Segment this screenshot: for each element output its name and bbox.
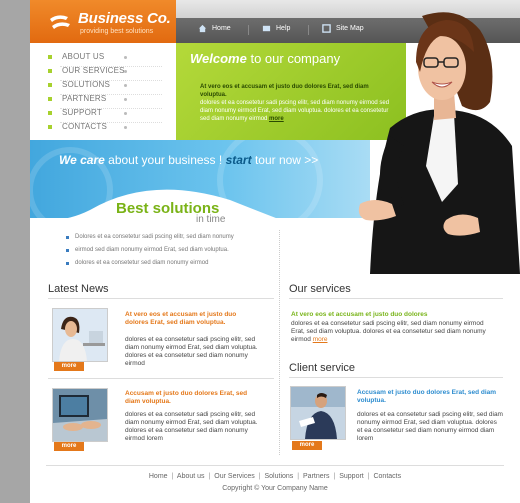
menu-dot bbox=[124, 98, 127, 101]
footer-separator: | bbox=[258, 473, 261, 480]
nav-home-label: Home bbox=[212, 25, 231, 32]
column-divider bbox=[279, 230, 281, 455]
woman-laptop-photo bbox=[53, 309, 107, 361]
menu-item-label: ABOUT US bbox=[62, 52, 105, 61]
bullet-icon bbox=[66, 249, 69, 252]
brand-tagline: providing best solutions bbox=[80, 28, 154, 35]
bullet-icon bbox=[66, 262, 69, 265]
copyright: Copyright © Your Company Name bbox=[222, 485, 328, 492]
side-menu: ABOUT US OUR SERVICES SOLUTIONS PARTNERS… bbox=[30, 43, 176, 140]
latest-news-heading: Latest News bbox=[48, 283, 109, 295]
footer-separator: | bbox=[208, 473, 211, 480]
footer-link-solutions[interactable]: Solutions bbox=[264, 473, 293, 480]
menu-dot bbox=[124, 126, 127, 129]
menu-bullet bbox=[48, 97, 52, 101]
menu-dot bbox=[124, 84, 127, 87]
menu-bullet bbox=[48, 83, 52, 87]
menu-item-label: PARTNERS bbox=[62, 94, 107, 103]
footer-link-contacts[interactable]: Contacts bbox=[373, 473, 401, 480]
menu-item-label: SOLUTIONS bbox=[62, 80, 111, 89]
menu-item-label: OUR SERVICES bbox=[62, 66, 125, 75]
nav-home[interactable]: Home bbox=[198, 24, 244, 37]
services-more-link[interactable]: more bbox=[313, 336, 328, 343]
banner-we-care: We care bbox=[59, 153, 105, 167]
menu-dot bbox=[124, 70, 127, 73]
menu-bullet bbox=[48, 111, 52, 115]
section-rule bbox=[48, 298, 274, 299]
footer-separator: | bbox=[333, 473, 336, 480]
footer-separator: | bbox=[171, 473, 174, 480]
logo-icon bbox=[50, 15, 70, 29]
bullet-icon bbox=[66, 236, 69, 239]
welcome-more-link[interactable]: more bbox=[269, 116, 284, 122]
brand-name: Business Co. bbox=[78, 10, 171, 27]
menu-dot bbox=[124, 56, 127, 59]
client-service-heading: Client service bbox=[289, 362, 356, 374]
footer-rule bbox=[46, 465, 504, 466]
section-rule bbox=[289, 298, 503, 299]
menu-bullet bbox=[48, 125, 52, 129]
section-rule bbox=[48, 378, 274, 379]
page: Business Co. providing best solutions Ho… bbox=[30, 0, 520, 503]
our-services-heading: Our services bbox=[289, 283, 351, 295]
help-icon bbox=[262, 25, 271, 32]
news-title-1[interactable]: At vero eos et accusam et justo duo dolo… bbox=[125, 311, 260, 327]
footer-link-home[interactable]: Home bbox=[149, 473, 168, 480]
menu-item-solutions[interactable]: SOLUTIONS bbox=[30, 79, 176, 95]
footer-link-about-us[interactable]: About us bbox=[177, 473, 205, 480]
news-thumb-2[interactable] bbox=[52, 388, 108, 442]
menu-bullet bbox=[48, 69, 52, 73]
services-title[interactable]: At vero eos et accusam et justo duo dolo… bbox=[291, 311, 491, 319]
businesswoman-photo bbox=[358, 12, 520, 274]
news-title-2[interactable]: Accusam et justo duo dolores Erat, sed d… bbox=[125, 390, 260, 406]
banner-tagline[interactable]: We care about your business ! start tour… bbox=[59, 153, 318, 167]
menu-item-support[interactable]: SUPPORT bbox=[30, 107, 176, 123]
banner-middle: about your business ! bbox=[108, 153, 223, 167]
nav-divider bbox=[248, 25, 249, 35]
best-solutions-subtitle: in time bbox=[196, 214, 226, 225]
client-service-title[interactable]: Accusam et justo duo dolores Erat, sed d… bbox=[357, 389, 497, 405]
news-more-button-1[interactable]: more bbox=[54, 362, 84, 371]
nav-help[interactable]: Help bbox=[262, 24, 302, 37]
section-rule bbox=[289, 377, 503, 378]
banner-tour: tour now >> bbox=[254, 153, 319, 167]
list-item-text: dolores et ea consetetur sed diam nonumy… bbox=[75, 260, 209, 266]
nav-help-label: Help bbox=[276, 25, 291, 32]
banner-start: start bbox=[225, 153, 252, 167]
footer-links: Home | About us | Our Services | Solutio… bbox=[30, 473, 520, 480]
welcome-heading-bold: Welcome bbox=[190, 51, 247, 66]
client-service-text: dolores et ea consetetur sadi pscing eli… bbox=[357, 411, 503, 442]
house-icon bbox=[198, 24, 207, 33]
menu-item-label: SUPPORT bbox=[62, 108, 102, 117]
client-more-button[interactable]: more bbox=[292, 441, 322, 450]
news-text-2: dolores et ea consetetur sadi pscing eli… bbox=[125, 411, 258, 442]
news-thumb-1[interactable] bbox=[52, 308, 108, 362]
footer-link-partners[interactable]: Partners bbox=[303, 473, 329, 480]
client-thumb[interactable] bbox=[290, 386, 346, 440]
menu-item-label: CONTACTS bbox=[62, 122, 108, 131]
news-more-button-2[interactable]: more bbox=[54, 442, 84, 451]
footer-link-support[interactable]: Support bbox=[339, 473, 364, 480]
welcome-heading: Welcome to our company bbox=[190, 51, 340, 66]
footer-separator: | bbox=[297, 473, 300, 480]
menu-item-partners[interactable]: PARTNERS bbox=[30, 93, 176, 109]
menu-dot bbox=[124, 112, 127, 115]
menu-bullet bbox=[48, 55, 52, 59]
services-text: dolores et ea consetetur sadi pscing eli… bbox=[291, 320, 499, 344]
menu-item-our-services[interactable]: OUR SERVICES bbox=[30, 65, 176, 81]
menu-item-about-us[interactable]: ABOUT US bbox=[30, 51, 176, 67]
menu-item-contacts[interactable]: CONTACTS bbox=[30, 121, 176, 135]
logo[interactable]: Business Co. providing best solutions bbox=[30, 0, 176, 43]
nav-divider bbox=[308, 25, 309, 35]
footer-separator: | bbox=[367, 473, 370, 480]
welcome-heading-rest: to our company bbox=[250, 51, 341, 66]
laptop-typing-photo bbox=[53, 389, 107, 441]
list-item-text: Dolores et ea consetetur sadi pscing eli… bbox=[75, 234, 234, 240]
footer-link-our-services[interactable]: Our Services bbox=[214, 473, 254, 480]
list-item-text: eirmod sed diam nonumy eirmod Erat, sed … bbox=[75, 247, 229, 253]
businessman-photo bbox=[291, 387, 345, 439]
news-text-1: dolores et ea consetetur sadi pscing eli… bbox=[125, 336, 258, 367]
